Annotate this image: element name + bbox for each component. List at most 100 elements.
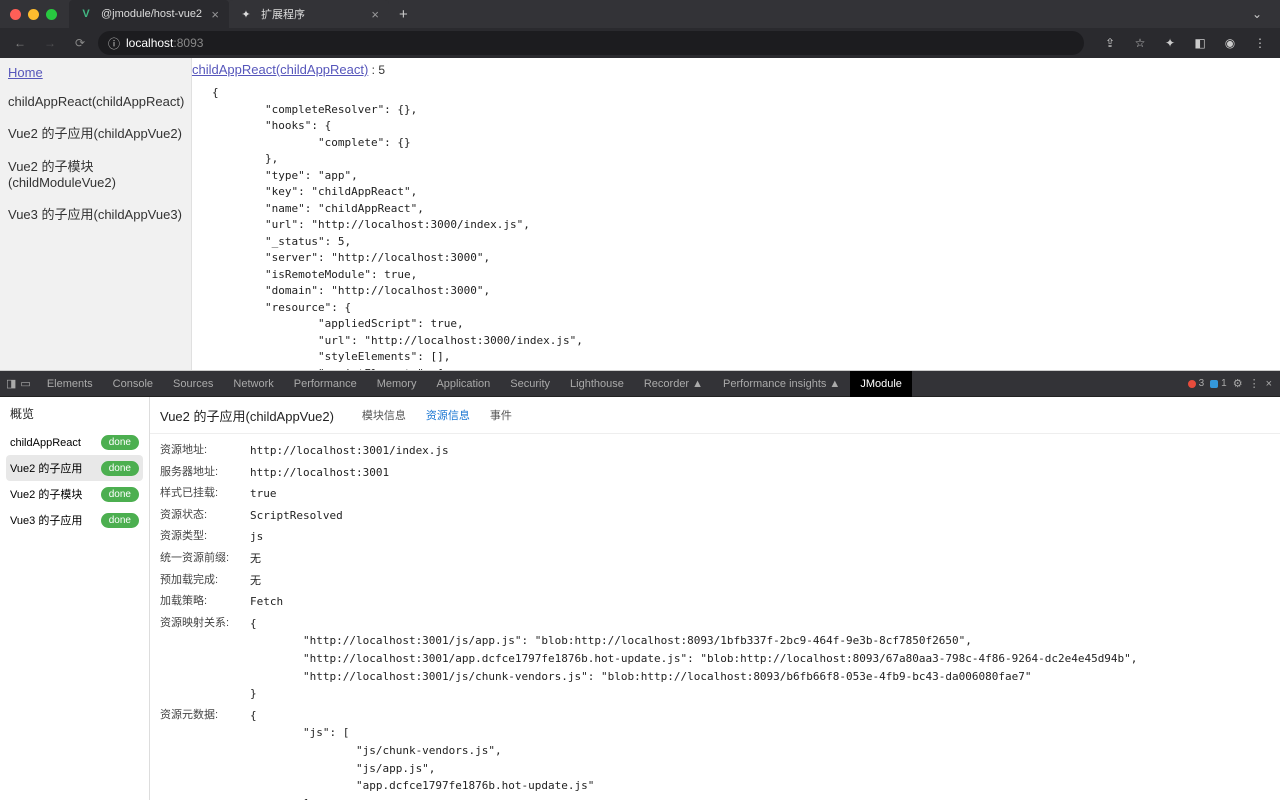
status-badge: done [101, 487, 139, 502]
sidebar-item-vue3-app[interactable]: Vue3 的子应用(childAppVue3) [0, 197, 191, 230]
url-port: :8093 [173, 36, 203, 50]
module-row[interactable]: childAppReact done [6, 430, 143, 455]
module-name: Vue2 的子应用 [10, 460, 82, 476]
child-app-count: : 5 [368, 63, 385, 77]
menu-icon[interactable]: ⋮ [1248, 31, 1272, 55]
devtools-tab-network[interactable]: Network [223, 371, 283, 397]
tab-overflow-button[interactable]: ⌄ [1252, 7, 1262, 21]
devtools-tab-memory[interactable]: Memory [367, 371, 427, 397]
new-tab-button[interactable]: + [389, 0, 418, 28]
title-bar: V @jmodule/host-vue2 × ✦ 扩展程序 × + ⌄ [0, 0, 1280, 28]
close-tab-icon[interactable]: × [371, 7, 379, 22]
detail-row: 资源元数据:{ "js": [ "js/chunk-vendors.js", "… [160, 705, 1270, 800]
detail-value: http://localhost:3001 [250, 464, 389, 482]
module-row[interactable]: Vue2 的子模块 done [6, 481, 143, 507]
detail-value: js [250, 528, 263, 546]
child-app-link[interactable]: childAppReact(childAppReact) [192, 62, 368, 77]
detail-label: 资源地址: [160, 442, 250, 460]
module-json-dump: { "completeResolver": {}, "hooks": { "co… [192, 77, 1280, 370]
share-icon[interactable]: ⇪ [1098, 31, 1122, 55]
detail-label: 加载策略: [160, 593, 250, 611]
devtools-panel: ◨ ▭ Elements Console Sources Network Per… [0, 370, 1280, 800]
error-count-badge[interactable]: 3 [1188, 378, 1205, 389]
vue-icon: V [79, 7, 93, 21]
sub-tab-module-info[interactable]: 模块信息 [354, 403, 414, 427]
detail-value: true [250, 485, 277, 503]
sidebar-item-vue2-module[interactable]: Vue2 的子模块(childModuleVue2) [0, 149, 191, 197]
back-button[interactable]: ← [8, 31, 32, 55]
detail-value: 无 [250, 572, 261, 590]
browser-tab-2[interactable]: ✦ 扩展程序 × [229, 0, 389, 28]
info-count-badge[interactable]: 1 [1210, 378, 1227, 389]
url-host: localhost [126, 36, 173, 50]
devtools-tab-elements[interactable]: Elements [37, 371, 103, 397]
detail-row: 资源类型:js [160, 526, 1270, 548]
devtools-tab-jmodule[interactable]: JModule [850, 371, 912, 397]
status-badge: done [101, 461, 139, 476]
sub-tab-events[interactable]: 事件 [482, 403, 520, 427]
reload-button[interactable]: ⟳ [68, 31, 92, 55]
nav-bar: ← → ⟳ ⓘ localhost:8093 ⇪ ☆ ✦ ◧ ◉ ⋮ [0, 28, 1280, 58]
devtools-tab-console[interactable]: Console [103, 371, 163, 397]
browser-tab-1[interactable]: V @jmodule/host-vue2 × [69, 0, 229, 28]
detail-value: Fetch [250, 593, 283, 611]
devtools-tab-sources[interactable]: Sources [163, 371, 223, 397]
tab-title: 扩展程序 [261, 6, 305, 22]
resource-detail-table: 资源地址:http://localhost:3001/index.js 服务器地… [150, 434, 1280, 800]
devtools-main-panel: Vue2 的子应用(childAppVue2) 模块信息 资源信息 事件 资源地… [150, 397, 1280, 800]
device-toolbar-icon[interactable]: ▭ [20, 377, 30, 390]
detail-row: 资源映射关系:{ "http://localhost:3001/js/app.j… [160, 613, 1270, 705]
devtools-tab-lighthouse[interactable]: Lighthouse [560, 371, 634, 397]
address-bar[interactable]: ⓘ localhost:8093 [98, 31, 1084, 55]
detail-value: ScriptResolved [250, 507, 343, 525]
close-tab-icon[interactable]: × [211, 7, 219, 22]
detail-label: 资源类型: [160, 528, 250, 546]
page-sidebar: Home childAppReact(childAppReact) Vue2 的… [0, 58, 192, 370]
more-icon[interactable]: ⋮ [1249, 377, 1260, 390]
devtools-tab-perf-insights[interactable]: Performance insights ▲ [713, 371, 850, 397]
status-badge: done [101, 435, 139, 450]
detail-value: 无 [250, 550, 261, 568]
status-badge: done [101, 513, 139, 528]
page-content: childAppReact(childAppReact) : 5 { "comp… [192, 58, 1280, 370]
home-link[interactable]: Home [0, 58, 191, 87]
module-name: Vue2 的子模块 [10, 486, 82, 502]
module-list: childAppReact done Vue2 的子应用 done Vue2 的… [0, 430, 149, 533]
profile-icon[interactable]: ◉ [1218, 31, 1242, 55]
detail-row: 加载策略:Fetch [160, 591, 1270, 613]
devtools-tab-security[interactable]: Security [500, 371, 560, 397]
detail-label: 预加载完成: [160, 572, 250, 590]
bookmark-icon[interactable]: ☆ [1128, 31, 1152, 55]
close-devtools-icon[interactable]: × [1266, 378, 1272, 390]
settings-icon[interactable]: ⚙ [1233, 377, 1243, 390]
window-controls [10, 9, 57, 20]
sidebar-item-react[interactable]: childAppReact(childAppReact) [0, 87, 191, 116]
detail-row: 统一资源前缀:无 [160, 548, 1270, 570]
sub-tab-resource-info[interactable]: 资源信息 [418, 403, 478, 427]
maximize-window-button[interactable] [46, 9, 57, 20]
tab-title: @jmodule/host-vue2 [101, 8, 202, 20]
minimize-window-button[interactable] [28, 9, 39, 20]
site-info-icon[interactable]: ⓘ [108, 35, 120, 52]
toolbar-right: ⇪ ☆ ✦ ◧ ◉ ⋮ [1098, 31, 1272, 55]
detail-value: { "http://localhost:3001/js/app.js": "bl… [250, 615, 1137, 703]
inspect-element-icon[interactable]: ◨ [6, 377, 16, 390]
detail-row: 资源状态:ScriptResolved [160, 505, 1270, 527]
module-row[interactable]: Vue3 的子应用 done [6, 507, 143, 533]
tab-strip: V @jmodule/host-vue2 × ✦ 扩展程序 × + [69, 0, 418, 28]
devtools-tab-performance[interactable]: Performance [284, 371, 367, 397]
overview-title: 概览 [0, 397, 149, 430]
browser-chrome: V @jmodule/host-vue2 × ✦ 扩展程序 × + ⌄ ← → … [0, 0, 1280, 58]
devtools-tabs: ◨ ▭ Elements Console Sources Network Per… [0, 371, 1280, 397]
module-row[interactable]: Vue2 的子应用 done [6, 455, 143, 481]
devtools-tab-application[interactable]: Application [426, 371, 500, 397]
detail-row: 服务器地址:http://localhost:3001 [160, 462, 1270, 484]
sidepanel-icon[interactable]: ◧ [1188, 31, 1212, 55]
detail-row: 资源地址:http://localhost:3001/index.js [160, 440, 1270, 462]
close-window-button[interactable] [10, 9, 21, 20]
detail-label: 资源状态: [160, 507, 250, 525]
forward-button[interactable]: → [38, 31, 62, 55]
sidebar-item-vue2-app[interactable]: Vue2 的子应用(childAppVue2) [0, 116, 191, 149]
extensions-icon[interactable]: ✦ [1158, 31, 1182, 55]
devtools-tab-recorder[interactable]: Recorder ▲ [634, 371, 713, 397]
